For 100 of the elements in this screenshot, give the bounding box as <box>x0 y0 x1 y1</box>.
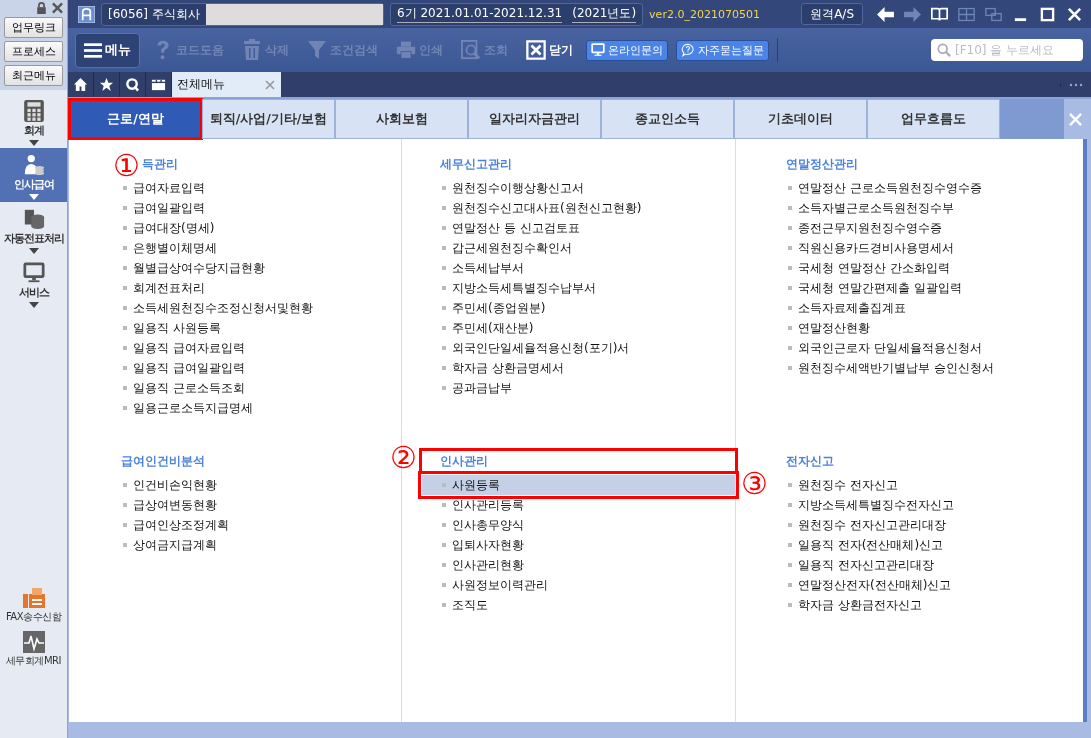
menu-item[interactable]: 급여인상조정계획 <box>121 515 381 535</box>
menu-item[interactable]: 상여금지급계획 <box>121 535 381 555</box>
module-button[interactable]: 서비스 <box>0 256 67 310</box>
back-arrow-icon[interactable] <box>877 6 894 22</box>
menu-item[interactable]: 원천징수 전자신고관리대장 <box>786 515 1063 535</box>
menu-item[interactable]: 원천징수 전자신고 <box>786 475 1063 495</box>
module-button[interactable]: 자동전표처리 <box>0 202 67 256</box>
menu-item[interactable]: 종전근무지원천징수영수증 <box>786 218 1063 238</box>
menu-item[interactable]: 소득세원천징수조정신청서및현황 <box>121 298 381 318</box>
menu-item[interactable]: 급여일괄입력 <box>121 198 381 218</box>
calculator-icon <box>22 99 45 123</box>
menu-item[interactable]: 국세청 연말정산 간소화입력 <box>786 258 1063 278</box>
menu-item[interactable]: 원천징수세액반기별납부 승인신청서 <box>786 358 1063 378</box>
annotation-number: ③ <box>741 469 768 499</box>
help-link-button[interactable]: 자주묻는질문 <box>676 39 769 61</box>
caret-icon <box>28 302 39 308</box>
menu-item[interactable]: 학자금 상환금전자신고 <box>786 595 1063 615</box>
menu-item[interactable]: 주민세(재산분) <box>440 318 735 338</box>
quick-link-button[interactable]: 최근메뉴 <box>4 65 63 86</box>
menu-item[interactable]: 회계전표처리 <box>121 278 381 298</box>
category-tab[interactable]: 기초데이터 <box>734 99 867 139</box>
menu-item[interactable]: 급여대장(명세) <box>121 218 381 238</box>
menu-item[interactable]: 인건비손익현황 <box>121 475 381 495</box>
menu-item[interactable]: 입퇴사자현황 <box>440 535 735 555</box>
sidebar-shortcut[interactable]: FAX송수신함 <box>0 586 67 624</box>
quick-link-button[interactable]: 프로세스 <box>4 41 63 62</box>
menu-item[interactable]: 일용직 근로소득조회 <box>121 378 381 398</box>
app-logo-icon <box>78 5 95 23</box>
module-button[interactable]: 인사급여 <box>0 148 67 202</box>
remote-support-button[interactable]: 원격A/S <box>801 3 863 25</box>
menu-item[interactable]: 월별급상여수당지급현황 <box>121 258 381 278</box>
menu-item[interactable]: 인사총무양식 <box>440 515 735 535</box>
forward-arrow-icon[interactable] <box>904 6 921 22</box>
menu-item[interactable]: 일용직 전자(전산매체)신고 <box>786 535 1063 555</box>
menu-item[interactable]: 학자금 상환금명세서 <box>440 358 735 378</box>
menu-item[interactable]: 지방소득세특별징수전자신고 <box>786 495 1063 515</box>
menu-item[interactable]: 은행별이체명세 <box>121 238 381 258</box>
quick-link-button[interactable]: 업무링크 <box>4 17 63 38</box>
sidebar-shortcut[interactable]: 세무회계MRI <box>0 630 67 668</box>
menu-item[interactable]: 소득자별근로소득원천징수부 <box>786 198 1063 218</box>
category-tab[interactable]: 퇴직/사업/기타/보험 <box>202 99 335 139</box>
menu-item[interactable]: 연말정산 등 신고검토표 <box>440 218 735 238</box>
monitor-icon <box>591 43 605 57</box>
menu-item[interactable]: 원천징수이행상황신고서 <box>440 178 735 198</box>
menu-item[interactable]: 연말정산전자(전산매체)신고 <box>786 575 1063 595</box>
menu-item[interactable]: 일용직 급여자료입력 <box>121 338 381 358</box>
maximize-icon[interactable] <box>1039 6 1056 22</box>
section-title: 전자신고 <box>786 453 835 470</box>
menu-item[interactable]: 사원정보이력관리 <box>440 575 735 595</box>
help-link-button[interactable]: 온라인문의 <box>586 39 668 61</box>
menu-item[interactable]: 일용직 사원등록 <box>121 318 381 338</box>
toolbar-button[interactable]: 닫기 <box>521 39 578 61</box>
menu-icon <box>84 42 102 58</box>
menu-item[interactable]: 연말정산현황 <box>786 318 1063 338</box>
speech-question-icon <box>681 43 695 57</box>
fax-icon <box>21 586 46 610</box>
lock-icon[interactable] <box>36 2 47 14</box>
menu-item[interactable]: 일용직 급여일괄입력 <box>121 358 381 378</box>
close-icon <box>526 39 546 61</box>
company-field: [6056] 주식회사 <box>101 2 384 26</box>
category-tab[interactable]: 업무흐름도 <box>867 99 1000 139</box>
search-icon <box>461 39 481 61</box>
trash-icon <box>242 39 262 61</box>
period-field: 6기 2021.01.01-2021.12.31 (2021년도) <box>390 2 644 26</box>
menu-item[interactable]: 외국인단일세율적용신청(포기)서 <box>440 338 735 358</box>
grid-icon[interactable] <box>958 6 975 22</box>
category-tab[interactable]: 사회보험 <box>335 99 468 139</box>
menu-button[interactable]: 메뉴 <box>75 32 140 68</box>
menu-item[interactable]: 직원신용카드경비사용명세서 <box>786 238 1063 258</box>
annotation-number: ① <box>113 151 140 181</box>
section-title: 연말정산관리 <box>786 156 859 173</box>
database-icon <box>22 207 45 231</box>
menu-item[interactable]: 국세청 연말간편제출 일괄입력 <box>786 278 1063 298</box>
category-tab[interactable]: 일자리자금관리 <box>468 99 601 139</box>
category-tab[interactable]: 근로/연말 <box>69 99 202 139</box>
menu-item[interactable]: 일용직 전자신고관리대장 <box>786 555 1063 575</box>
menu-item[interactable]: 급여자료입력 <box>121 178 381 198</box>
windows-icon[interactable] <box>985 6 1002 22</box>
menu-item[interactable]: 소득자료제출집계표 <box>786 298 1063 318</box>
module-button[interactable]: 회계 <box>0 94 67 148</box>
menu-item[interactable]: 소득세납부서 <box>440 258 735 278</box>
menu-item[interactable]: 조직도 <box>440 595 735 615</box>
menu-item[interactable]: 급상여변동현황 <box>121 495 381 515</box>
menu-item[interactable]: 일용근로소득지급명세 <box>121 398 381 418</box>
menu-item[interactable]: 원천징수신고대사표(원천신고현황) <box>440 198 735 218</box>
menu-item[interactable]: 인사관리등록 <box>440 495 735 515</box>
book-icon[interactable] <box>931 6 948 22</box>
category-tab[interactable]: 종교인소득 <box>601 99 734 139</box>
menu-item[interactable]: 주민세(종업원분) <box>440 298 735 318</box>
menu-item[interactable]: 연말정산 근로소득원천징수영수증 <box>786 178 1063 198</box>
person-coins-icon <box>22 153 45 177</box>
annotation-number: ② <box>390 443 417 473</box>
menu-item[interactable]: 공과금납부 <box>440 378 735 398</box>
menu-item[interactable]: 지방소득세특별징수납부서 <box>440 278 735 298</box>
close-icon[interactable] <box>52 2 63 14</box>
document-tab[interactable]: 전체메뉴 <box>172 72 281 97</box>
search-field[interactable]: [F10] 을 누르세요 <box>931 39 1083 61</box>
menu-item[interactable]: 인사관리현황 <box>440 555 735 575</box>
menu-item[interactable]: 갑근세원천징수확인서 <box>440 238 735 258</box>
menu-item[interactable]: 외국인근로자 단일세율적용신청서 <box>786 338 1063 358</box>
